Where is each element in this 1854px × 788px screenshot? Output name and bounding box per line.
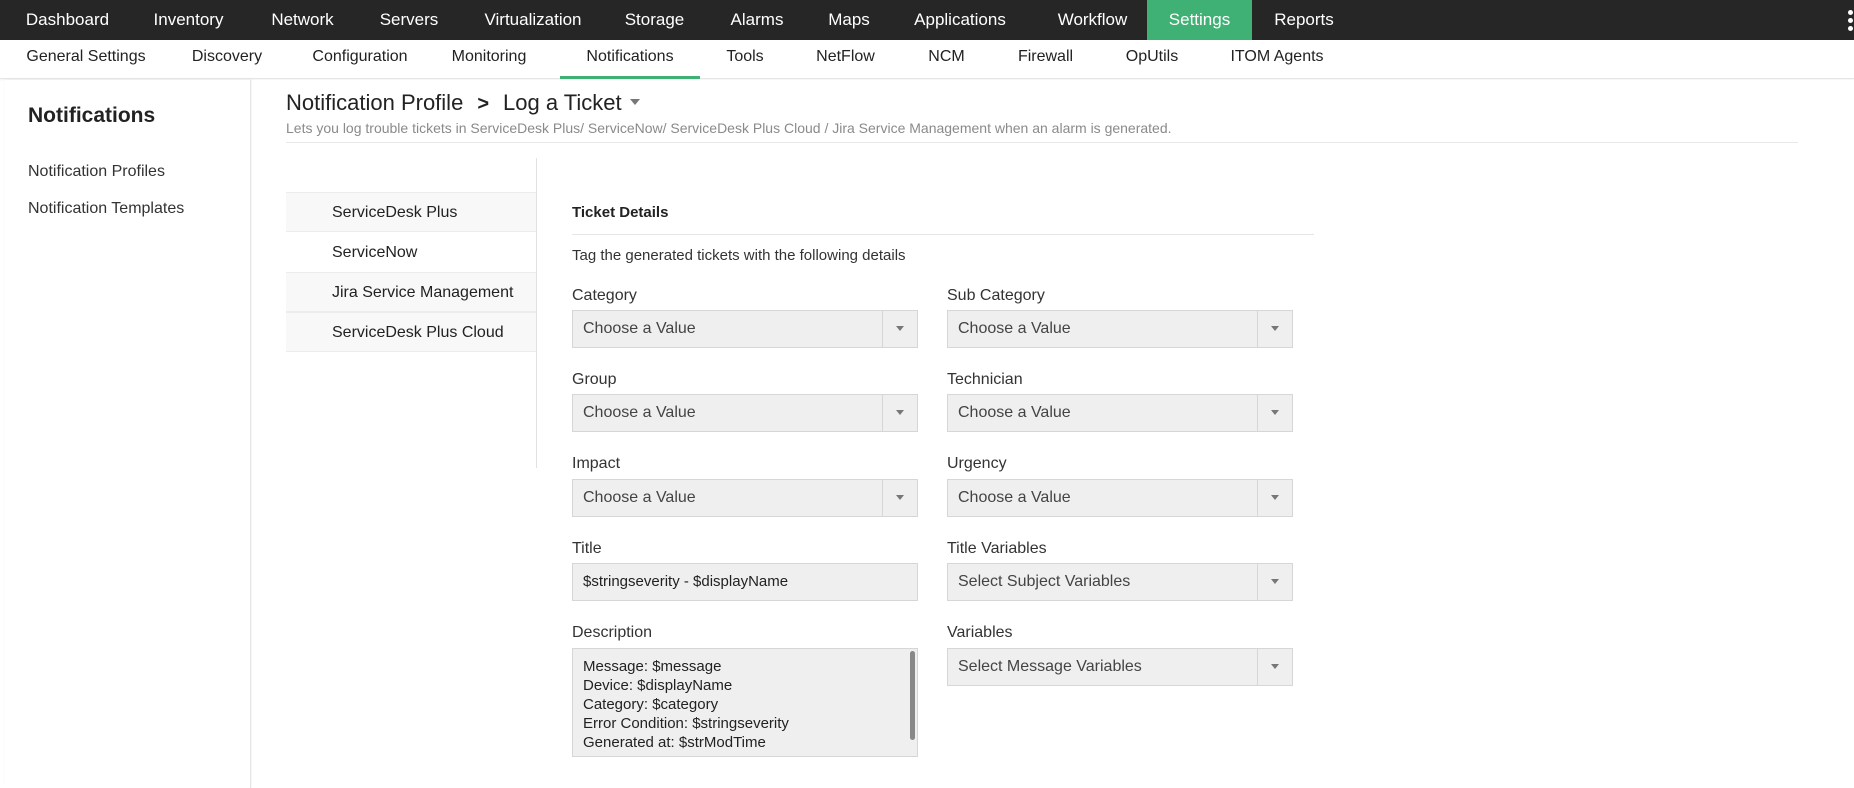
chevron-down-icon[interactable] (1257, 311, 1292, 347)
page-description: Lets you log trouble tickets in ServiceD… (286, 120, 1172, 136)
ticket-details-heading: Ticket Details (572, 204, 669, 221)
top-navigation-bar: Dashboard Inventory Network Servers Virt… (0, 0, 1854, 40)
subcategory-label: Sub Category (947, 287, 1045, 304)
left-sidebar: Notifications Notification Profiles Noti… (5, 80, 251, 788)
message-variables-select-value: Select Message Variables (958, 658, 1142, 675)
urgency-label: Urgency (947, 455, 1007, 472)
subcategory-select-value: Choose a Value (958, 320, 1071, 337)
nav-tab-network[interactable]: Network (242, 0, 363, 40)
subtab-netflow[interactable]: NetFlow (790, 40, 901, 79)
technician-select[interactable]: Choose a Value (947, 394, 1293, 432)
category-select-value: Choose a Value (583, 320, 696, 337)
subtab-discovery[interactable]: Discovery (152, 40, 302, 79)
description-line: Message: $message (583, 658, 722, 675)
chevron-down-icon[interactable] (1257, 395, 1292, 431)
chevron-down-icon[interactable] (882, 480, 917, 516)
chevron-down-icon[interactable] (882, 311, 917, 347)
subtab-configuration[interactable]: Configuration (302, 40, 418, 79)
chevron-down-icon[interactable] (1257, 649, 1292, 685)
more-menu-icon[interactable] (1846, 10, 1854, 34)
description-label: Description (572, 624, 653, 641)
breadcrumb: Notification Profile > Log a Ticket (286, 90, 640, 116)
chevron-down-icon[interactable] (882, 395, 917, 431)
category-select[interactable]: Choose a Value (572, 310, 918, 348)
nav-tab-workflow[interactable]: Workflow (1038, 0, 1147, 40)
nav-tab-dashboard[interactable]: Dashboard (0, 0, 135, 40)
nav-tab-storage[interactable]: Storage (611, 0, 698, 40)
breadcrumb-separator-icon: > (477, 93, 489, 115)
sidebar-title: Notifications (28, 104, 156, 127)
description-line: Generated at: $strModTime (583, 734, 766, 751)
subtab-general-settings[interactable]: General Settings (20, 40, 152, 79)
subtab-firewall[interactable]: Firewall (992, 40, 1099, 79)
vendor-list: ServiceDesk Plus ServiceNow Jira Service… (286, 158, 537, 468)
variables-label: Variables (947, 624, 1013, 641)
group-select-value: Choose a Value (583, 404, 696, 421)
nav-tab-servers[interactable]: Servers (363, 0, 455, 40)
breadcrumb-parent[interactable]: Notification Profile (286, 90, 463, 115)
subtab-tools[interactable]: Tools (700, 40, 790, 79)
nav-tab-maps[interactable]: Maps (816, 0, 882, 40)
nav-tab-reports[interactable]: Reports (1252, 0, 1356, 40)
ticket-details-divider (572, 234, 1314, 235)
description-line: Error Condition: $stringseverity (583, 715, 789, 732)
urgency-select[interactable]: Choose a Value (947, 479, 1293, 517)
settings-sub-navigation: General Settings Discovery Configuration… (0, 40, 1854, 79)
group-label: Group (572, 371, 617, 388)
description-textarea[interactable]: Message: $message Device: $displayName C… (572, 648, 918, 757)
vendor-servicenow[interactable]: ServiceNow (286, 232, 536, 272)
chevron-down-icon[interactable] (1257, 480, 1292, 516)
subtab-monitoring[interactable]: Monitoring (418, 40, 560, 79)
description-line: Category: $category (583, 696, 719, 713)
description-scrollbar[interactable] (910, 651, 915, 740)
description-line: Device: $displayName (583, 677, 733, 694)
impact-select[interactable]: Choose a Value (572, 479, 918, 517)
subtab-itom-agents[interactable]: ITOM Agents (1205, 40, 1349, 79)
sidebar-item-notification-templates[interactable]: Notification Templates (28, 200, 184, 218)
urgency-select-value: Choose a Value (958, 489, 1071, 506)
category-label: Category (572, 287, 637, 304)
title-variables-label: Title Variables (947, 540, 1047, 557)
nav-tab-settings[interactable]: Settings (1147, 0, 1252, 40)
main-content: Notification Profile > Log a Ticket Lets y… (252, 80, 1854, 788)
title-variables-select[interactable]: Select Subject Variables (947, 563, 1293, 601)
sidebar-item-notification-profiles[interactable]: Notification Profiles (28, 163, 165, 181)
impact-label: Impact (572, 455, 621, 472)
nav-tab-applications[interactable]: Applications (882, 0, 1038, 40)
subtab-oputils[interactable]: OpUtils (1099, 40, 1205, 79)
title-label: Title (572, 540, 602, 557)
vendor-servicedesk-plus[interactable]: ServiceDesk Plus (286, 192, 536, 232)
group-select[interactable]: Choose a Value (572, 394, 918, 432)
ticket-details-subtitle: Tag the generated tickets with the follo… (572, 247, 906, 264)
impact-select-value: Choose a Value (583, 489, 696, 506)
vendor-servicedesk-plus-cloud[interactable]: ServiceDesk Plus Cloud (286, 312, 536, 352)
nav-tab-virtualization[interactable]: Virtualization (455, 0, 611, 40)
technician-label: Technician (947, 371, 1023, 388)
nav-tab-alarms[interactable]: Alarms (698, 0, 816, 40)
subtab-notifications[interactable]: Notifications (560, 40, 700, 79)
subcategory-select[interactable]: Choose a Value (947, 310, 1293, 348)
chevron-down-icon[interactable] (1257, 564, 1292, 600)
message-variables-select[interactable]: Select Message Variables (947, 648, 1293, 686)
technician-select-value: Choose a Value (958, 404, 1071, 421)
subtab-ncm[interactable]: NCM (901, 40, 992, 79)
vendor-jira-service-management[interactable]: Jira Service Management (286, 272, 536, 312)
breadcrumb-current[interactable]: Log a Ticket (503, 90, 622, 115)
header-divider (286, 142, 1798, 143)
caret-down-icon[interactable] (629, 99, 640, 106)
nav-tab-inventory[interactable]: Inventory (135, 0, 242, 40)
title-input[interactable]: $stringseverity - $displayName (572, 563, 918, 601)
title-variables-select-value: Select Subject Variables (958, 573, 1131, 590)
